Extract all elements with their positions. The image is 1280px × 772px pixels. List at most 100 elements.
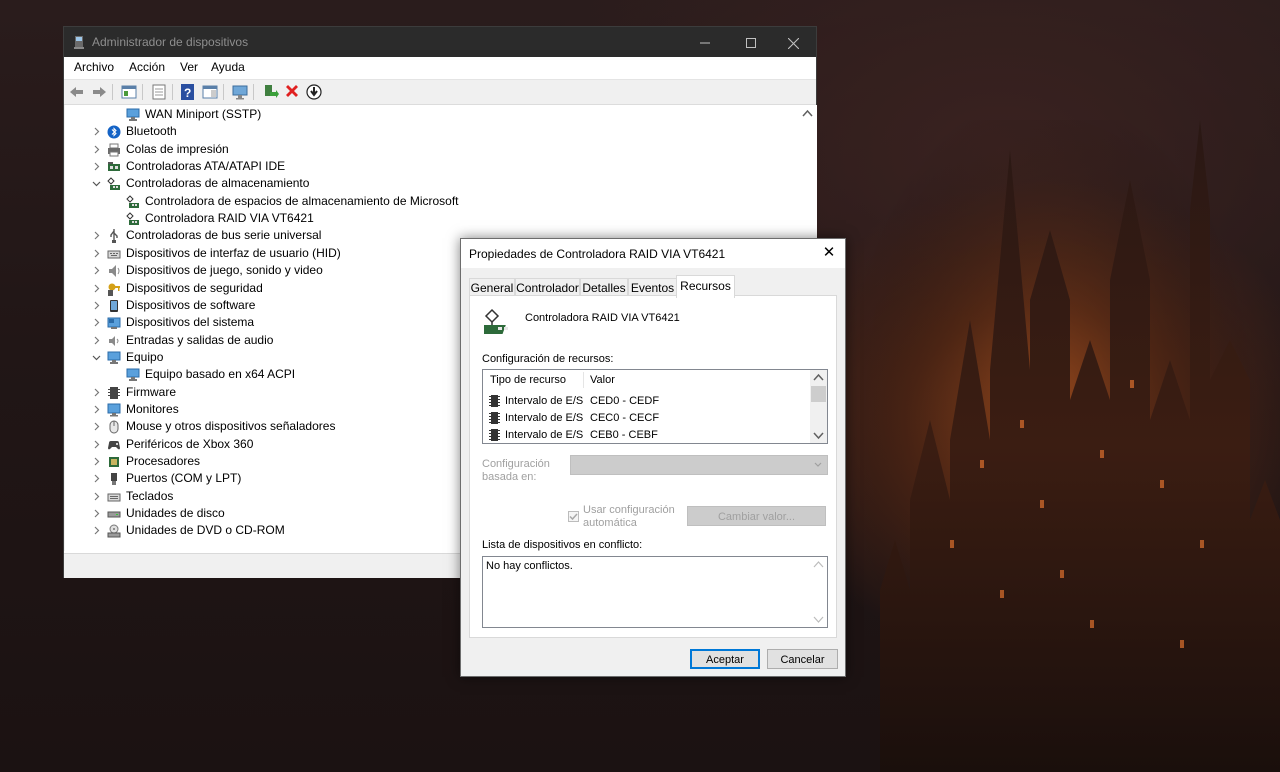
tree-item[interactable]: WAN Miniport (SSTP) xyxy=(65,106,795,123)
resource-settings-label: Configuración de recursos: xyxy=(482,353,614,365)
forward-arrow-icon[interactable] xyxy=(90,83,108,101)
maximize-button[interactable] xyxy=(728,27,774,57)
tree-item-label: Dispositivos del sistema xyxy=(126,315,255,330)
tree-item[interactable]: Controladoras ATA/ATAPI IDE xyxy=(65,158,795,175)
resource-row[interactable]: Intervalo de E/S CEB0 - CEBF xyxy=(489,427,809,443)
tree-item-label: Controladora de espacios de almacenamien… xyxy=(145,193,459,208)
chevron-right-icon[interactable] xyxy=(92,422,101,431)
chevron-right-icon[interactable] xyxy=(92,318,101,327)
tree-item-label: Controladora RAID VIA VT6421 xyxy=(145,211,314,226)
disable-device-icon[interactable] xyxy=(305,83,323,101)
tree-item[interactable]: Controladora de espacios de almacenamien… xyxy=(65,193,795,210)
dvd-drive-icon xyxy=(107,524,121,538)
properties-icon[interactable] xyxy=(150,83,168,101)
tree-item[interactable]: Colas de impresión xyxy=(65,141,795,158)
resource-list-scrollbar[interactable] xyxy=(810,370,827,443)
chevron-down-icon[interactable] xyxy=(92,179,101,188)
chevron-right-icon[interactable] xyxy=(92,162,101,171)
tree-item-label: Equipo xyxy=(126,349,164,364)
device-manager-icon xyxy=(74,36,84,49)
chevron-right-icon[interactable] xyxy=(92,457,101,466)
conflict-list-scrollbar[interactable] xyxy=(810,557,827,627)
uninstall-device-icon[interactable] xyxy=(283,83,301,101)
chevron-right-icon[interactable] xyxy=(92,284,101,293)
menu-ver[interactable]: Ver xyxy=(180,60,198,74)
tree-item-label: Teclados xyxy=(126,488,174,503)
tree-item-label: Puertos (COM y LPT) xyxy=(126,471,242,486)
chevron-right-icon[interactable] xyxy=(92,145,101,154)
software-device-icon xyxy=(110,299,118,312)
chevron-right-icon[interactable] xyxy=(92,301,101,310)
ok-button[interactable]: Aceptar xyxy=(690,649,760,669)
scan-hardware-icon[interactable] xyxy=(231,83,249,101)
storage-controller-icon xyxy=(126,195,139,208)
tree-item[interactable]: Controladoras de almacenamiento xyxy=(65,175,795,192)
cancel-button[interactable]: Cancelar xyxy=(767,649,838,669)
tree-item-label: Controladoras de bus serie universal xyxy=(126,228,322,243)
resource-row[interactable]: Intervalo de E/S CEC0 - CECF xyxy=(489,410,809,427)
setting-based-on-dropdown[interactable] xyxy=(570,455,828,475)
menu-ayuda[interactable]: Ayuda xyxy=(211,60,245,74)
scroll-up-arrow-icon[interactable] xyxy=(810,557,827,572)
dialog-close-button[interactable]: ✕ xyxy=(813,239,845,268)
chevron-right-icon[interactable] xyxy=(92,492,101,501)
back-arrow-icon[interactable] xyxy=(68,83,86,101)
processor-icon xyxy=(109,457,119,467)
chevron-right-icon[interactable] xyxy=(92,440,101,449)
chevron-right-icon[interactable] xyxy=(92,526,101,535)
column-header-value[interactable]: Valor xyxy=(590,374,615,386)
update-driver-icon[interactable] xyxy=(261,83,279,101)
use-automatic-settings-checkbox[interactable] xyxy=(568,511,579,522)
scroll-thumb[interactable] xyxy=(811,386,826,402)
close-icon xyxy=(787,37,799,50)
minimize-button[interactable] xyxy=(682,27,728,57)
chevron-down-icon xyxy=(814,462,822,467)
chevron-right-icon[interactable] xyxy=(92,474,101,483)
chevron-right-icon[interactable] xyxy=(92,509,101,518)
resource-row[interactable]: Intervalo de E/S CED0 - CEDF xyxy=(489,393,809,410)
title-bar[interactable]: Administrador de dispositivos xyxy=(64,27,816,57)
change-setting-button[interactable]: Cambiar valor... xyxy=(687,506,826,526)
dialog-title-bar[interactable]: Propiedades de Controladora RAID VIA VT6… xyxy=(461,239,845,268)
conflict-text: No hay conflictos. xyxy=(486,560,573,572)
tree-item[interactable]: Bluetooth xyxy=(65,123,795,140)
chevron-right-icon[interactable] xyxy=(92,405,101,414)
usb-icon xyxy=(110,229,118,244)
scroll-down-arrow-icon[interactable] xyxy=(810,612,827,627)
chevron-right-icon[interactable] xyxy=(92,388,101,397)
tree-item-label: Dispositivos de software xyxy=(126,297,256,312)
show-hide-console-tree-icon[interactable] xyxy=(120,83,138,101)
chevron-right-icon[interactable] xyxy=(92,249,101,258)
maximize-icon xyxy=(746,38,756,49)
chevron-right-icon[interactable] xyxy=(92,336,101,345)
chevron-right-icon[interactable] xyxy=(92,127,101,136)
scroll-up-arrow-icon[interactable] xyxy=(799,105,816,122)
scroll-up-arrow-icon[interactable] xyxy=(810,370,827,385)
tab-recursos[interactable]: Recursos xyxy=(676,275,735,298)
tree-item[interactable]: Controladora RAID VIA VT6421 xyxy=(65,210,795,227)
mouse-icon xyxy=(109,420,119,434)
castle-wallpaper-image xyxy=(860,120,1280,772)
use-automatic-settings-label-line1: Usar configuración xyxy=(583,504,675,516)
column-header-resource-type[interactable]: Tipo de recurso xyxy=(490,374,566,386)
tree-item-label: Unidades de disco xyxy=(126,506,225,521)
chevron-right-icon[interactable] xyxy=(92,266,101,275)
help-icon[interactable]: ? xyxy=(179,83,197,101)
scroll-down-arrow-icon[interactable] xyxy=(810,428,827,443)
io-range-icon xyxy=(489,412,500,424)
chevron-right-icon[interactable] xyxy=(92,231,101,240)
bluetooth-icon xyxy=(107,125,121,139)
properties-dialog: Propiedades de Controladora RAID VIA VT6… xyxy=(460,238,846,677)
computer-icon xyxy=(107,351,121,364)
tree-item-label: Dispositivos de juego, sonido y video xyxy=(126,263,323,278)
conflict-list-box[interactable]: No hay conflictos. xyxy=(482,556,828,628)
menu-archivo[interactable]: Archivo xyxy=(74,60,114,74)
action-pane-icon[interactable] xyxy=(201,83,219,101)
close-button[interactable] xyxy=(770,27,816,57)
close-icon: ✕ xyxy=(822,244,836,261)
tree-item-label: Entradas y salidas de audio xyxy=(126,332,274,347)
chevron-down-icon[interactable] xyxy=(92,353,101,362)
resource-settings-list[interactable]: Tipo de recurso Valor Intervalo de E/S CE… xyxy=(482,369,828,444)
menu-accion[interactable]: Acción xyxy=(129,60,165,74)
speaker-icon xyxy=(109,265,120,278)
